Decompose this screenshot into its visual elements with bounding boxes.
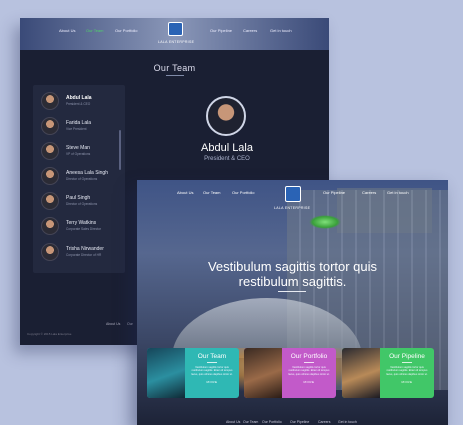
avatar bbox=[41, 142, 59, 160]
member-name: Abdul Lala bbox=[66, 95, 92, 101]
card-body: Our Pipeline Vestibulum sagittis tortor … bbox=[380, 348, 434, 398]
lala-logo-icon[interactable] bbox=[168, 22, 183, 36]
card-text: Vestibulum sagittis tortor quis restibul… bbox=[288, 366, 330, 376]
hero-divider bbox=[278, 291, 306, 292]
member-name: Trisha Nirwander bbox=[66, 246, 104, 252]
member-role: VP of Operations bbox=[66, 152, 91, 156]
member-name: Terry Watkins bbox=[66, 220, 97, 226]
member-role: Director of Operations bbox=[66, 202, 98, 206]
nav-get-in-touch[interactable]: Get in touch bbox=[387, 190, 409, 195]
team-page-navbar: About Us Our Team Our Portfolio LALA ENT… bbox=[20, 18, 329, 50]
logo-text: LALA ENTERPRISE bbox=[158, 40, 195, 44]
footer-link-pipeline[interactable]: Our Pipeline bbox=[290, 420, 309, 424]
page-title: Our Team bbox=[153, 63, 196, 73]
card-pipeline-photo bbox=[342, 348, 380, 398]
nav-our-pipeline[interactable]: Our Pipeline bbox=[323, 190, 345, 195]
member-role: Corporate Sales Director bbox=[66, 227, 102, 231]
card-our-team[interactable]: Our Team Vestibulum sagittis tortor quis… bbox=[147, 348, 239, 398]
card-more-link[interactable]: MORE bbox=[380, 380, 434, 384]
card-more-link[interactable]: MORE bbox=[185, 380, 239, 384]
list-scrollbar[interactable] bbox=[119, 130, 121, 170]
nav-our-team[interactable]: Our Team bbox=[86, 28, 104, 33]
nav-about-us[interactable]: About Us bbox=[59, 28, 75, 33]
member-role: Vice President bbox=[66, 127, 87, 131]
member-name: Aneesa Lala Singh bbox=[66, 170, 108, 176]
avatar bbox=[41, 243, 59, 261]
nav-about-us[interactable]: About Us bbox=[177, 190, 193, 195]
footer-link-about[interactable]: About Us bbox=[226, 420, 240, 424]
member-name: Steve Man bbox=[66, 145, 90, 151]
nav-careers[interactable]: Careers bbox=[362, 190, 376, 195]
footer-link-team[interactable]: Our Team bbox=[243, 420, 258, 424]
card-divider bbox=[207, 362, 217, 363]
footer-link-careers[interactable]: Careers bbox=[318, 420, 330, 424]
avatar bbox=[41, 192, 59, 210]
nav-our-portfolio[interactable]: Our Portfolio bbox=[115, 28, 137, 33]
member-role: Director of Operations bbox=[66, 177, 98, 181]
card-text: Vestibulum sagittis tortor quis restibul… bbox=[386, 366, 428, 376]
card-title: Our Portfolio bbox=[290, 353, 328, 360]
copyright-text: Copyright © 2015 Lala Enterprise bbox=[27, 332, 72, 336]
card-our-pipeline[interactable]: Our Pipeline Vestibulum sagittis tortor … bbox=[342, 348, 434, 398]
card-more-link[interactable]: MORE bbox=[282, 380, 336, 384]
featured-member-name: Abdul Lala bbox=[201, 142, 253, 154]
hotel-sign-glow bbox=[309, 215, 341, 229]
featured-member-avatar bbox=[206, 96, 246, 136]
member-role: Corporate Director of HR bbox=[66, 253, 102, 257]
card-divider bbox=[402, 362, 412, 363]
logo-text: LALA ENTERPRISE bbox=[274, 206, 311, 210]
card-title: Our Pipeline bbox=[389, 353, 425, 360]
card-divider bbox=[304, 362, 314, 363]
footer-link-contact[interactable]: Get in touch bbox=[338, 420, 357, 424]
nav-careers[interactable]: Careers bbox=[243, 28, 257, 33]
featured-member-role: President & CEO bbox=[204, 156, 250, 162]
card-title: Our Team bbox=[197, 353, 227, 360]
nav-our-portfolio[interactable]: Our Portfolio bbox=[232, 190, 254, 195]
nav-our-pipeline[interactable]: Our Pipeline bbox=[210, 28, 232, 33]
footer-link-our[interactable]: Our bbox=[127, 322, 133, 326]
member-name: Farida Lala bbox=[66, 120, 92, 126]
card-our-portfolio[interactable]: Our Portfolio Vestibulum sagittis tortor… bbox=[244, 348, 336, 398]
member-role: President & CEO bbox=[66, 102, 91, 106]
avatar bbox=[41, 167, 59, 185]
landing-page-window: About Us Our Team Our Portfolio LALA ENT… bbox=[137, 180, 448, 425]
nav-get-in-touch[interactable]: Get in touch bbox=[270, 28, 292, 33]
footer-link-portfolio[interactable]: Our Portfolio bbox=[262, 420, 282, 424]
title-divider bbox=[166, 75, 184, 76]
avatar bbox=[41, 92, 59, 110]
nav-our-team[interactable]: Our Team bbox=[203, 190, 221, 195]
card-body: Our Portfolio Vestibulum sagittis tortor… bbox=[282, 348, 336, 398]
card-portfolio-photo bbox=[244, 348, 282, 398]
card-body: Our Team Vestibulum sagittis tortor quis… bbox=[185, 348, 239, 398]
hero-heading-line-2: restibulum sagittis. bbox=[238, 274, 347, 289]
hero-heading-line-1: Vestibulum sagittis tortor quis bbox=[207, 259, 378, 274]
avatar bbox=[41, 217, 59, 235]
team-member-list[interactable]: Abdul Lala President & CEO Farida Lala V… bbox=[33, 85, 125, 273]
card-team-photo bbox=[147, 348, 185, 398]
lala-logo-icon[interactable] bbox=[285, 186, 301, 202]
member-name: Paul Singh bbox=[66, 195, 91, 201]
footer-link-about[interactable]: About Us bbox=[106, 322, 120, 326]
card-text: Vestibulum sagittis tortor quis restibul… bbox=[191, 366, 233, 376]
avatar bbox=[41, 117, 59, 135]
